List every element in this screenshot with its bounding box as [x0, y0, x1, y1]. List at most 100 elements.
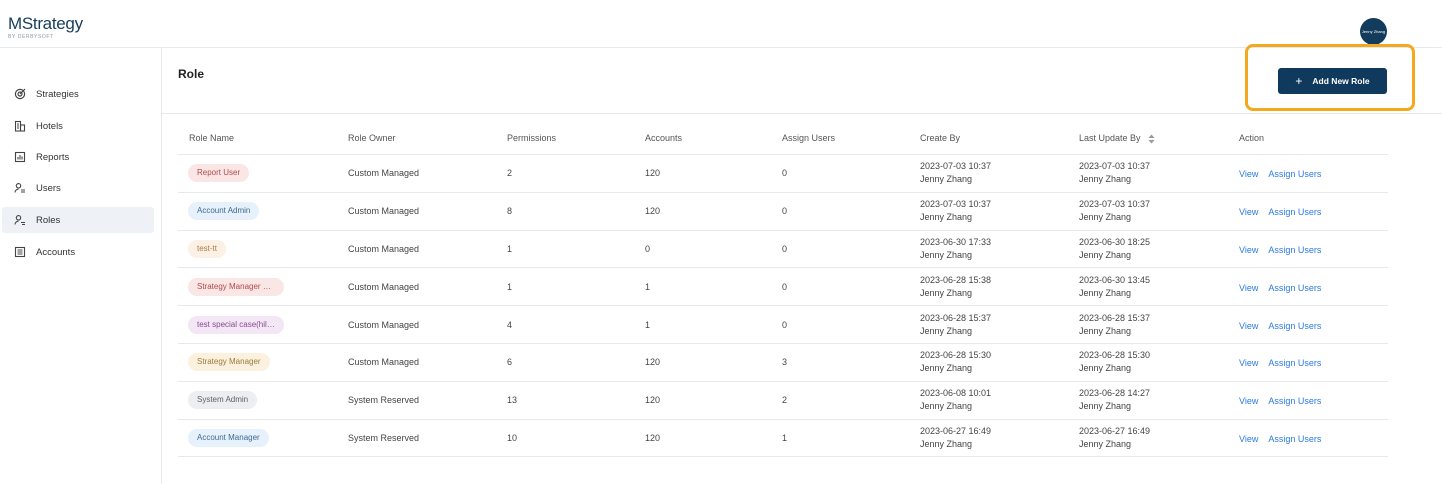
sidebar-item-label: Hotels [36, 120, 63, 132]
chart-icon [2, 151, 36, 163]
user-list-icon [2, 182, 36, 194]
role-owner-cell: Custom Managed [348, 168, 420, 179]
assign-users-link[interactable]: Assign Users [1268, 207, 1321, 217]
create-time: 2023-07-03 10:37 [920, 199, 992, 210]
view-link[interactable]: View [1239, 396, 1258, 406]
last-update-cell: 2023-06-28 15:37 Jenny Zhang [1079, 312, 1150, 338]
permissions-cell: 13 [507, 395, 518, 406]
sort-icon[interactable] [1148, 134, 1155, 144]
create-user: Jenny Zhang [920, 363, 973, 374]
view-link[interactable]: View [1239, 358, 1258, 368]
last-update-cell: 2023-06-30 13:45 Jenny Zhang [1079, 274, 1150, 300]
row-actions: View Assign Users [1239, 240, 1321, 258]
column-header-role-name: Role Name [189, 133, 235, 143]
view-link[interactable]: View [1239, 207, 1258, 217]
assign-users-count-cell: 0 [782, 206, 788, 217]
table-header: Role Name Role Owner Permissions Account… [178, 122, 1388, 155]
target-icon [2, 88, 36, 100]
last-update-cell: 2023-07-03 10:37 Jenny Zhang [1079, 198, 1150, 224]
view-link[interactable]: View [1239, 434, 1258, 444]
sidebar-item-users[interactable]: Users [2, 175, 154, 201]
add-new-role-button[interactable]: + Add New Role [1278, 68, 1387, 94]
assign-users-count-cell: 0 [782, 243, 788, 254]
add-new-role-label: Add New Role [1312, 76, 1370, 86]
table-row: System Admin System Reserved 13 120 2 2023-06… [178, 382, 1388, 420]
row-actions: View Assign Users [1239, 202, 1321, 220]
assign-users-link[interactable]: Assign Users [1268, 283, 1321, 293]
sidebar-item-reports[interactable]: Reports [2, 144, 154, 170]
building-icon [2, 120, 36, 132]
sidebar-item-label: Roles [36, 214, 61, 226]
view-link[interactable]: View [1239, 245, 1258, 255]
sidebar-item-strategies[interactable]: Strategies [2, 81, 154, 107]
create-by-cell: 2023-06-27 16:49 Jenny Zhang [920, 425, 991, 451]
create-user: Jenny Zhang [920, 287, 973, 298]
app-logo[interactable]: MStrategy BY DERBYSOFT [8, 15, 83, 41]
role-name-tag[interactable]: Account Manager [188, 428, 269, 447]
column-header-last-update-by[interactable]: Last Update By [1079, 133, 1155, 144]
create-user: Jenny Zhang [920, 325, 973, 336]
sidebar-item-accounts[interactable]: Accounts [2, 239, 154, 265]
update-time: 2023-07-03 10:37 [1079, 161, 1151, 172]
update-time: 2023-07-03 10:37 [1079, 199, 1151, 210]
create-by-cell: 2023-06-30 17:33 Jenny Zhang [920, 236, 991, 262]
accounts-cell: 0 [645, 243, 651, 254]
permissions-cell: 10 [507, 432, 518, 443]
row-actions: View Assign Users [1239, 164, 1321, 182]
logo-subtitle: BY DERBYSOFT [8, 34, 54, 40]
create-time: 2023-06-27 16:49 [920, 425, 992, 436]
assign-users-link[interactable]: Assign Users [1268, 396, 1321, 406]
role-name-tag[interactable]: Strategy Manager Fo... [188, 277, 284, 296]
permissions-cell: 8 [507, 206, 513, 217]
table-row: Strategy Manager Custom Managed 6 120 3 2023-… [178, 344, 1388, 382]
row-actions: View Assign Users [1239, 391, 1321, 409]
role-name-tag[interactable]: test-tt [188, 239, 227, 258]
column-header-permissions: Permissions [507, 133, 557, 143]
accounts-cell: 120 [645, 395, 661, 406]
permissions-cell: 1 [507, 243, 513, 254]
create-by-cell: 2023-07-03 10:37 Jenny Zhang [920, 198, 991, 224]
role-owner-cell: Custom Managed [348, 357, 420, 368]
sidebar-item-label: Accounts [36, 246, 76, 258]
update-time: 2023-06-28 15:30 [1079, 350, 1151, 361]
update-user: Jenny Zhang [1079, 438, 1132, 449]
sidebar-item-hotels[interactable]: Hotels [2, 113, 154, 139]
assign-users-link[interactable]: Assign Users [1268, 358, 1321, 368]
view-link[interactable]: View [1239, 321, 1258, 331]
sidebar-item-label: Users [36, 182, 61, 194]
update-user: Jenny Zhang [1079, 363, 1132, 374]
assign-users-link[interactable]: Assign Users [1268, 169, 1321, 179]
sidebar-item-roles[interactable]: Roles [2, 207, 154, 233]
role-name-tag[interactable]: test special case(hilt... [188, 315, 284, 334]
role-name-tag[interactable]: Account Admin [188, 202, 260, 221]
role-name-tag[interactable]: Report User [188, 164, 250, 183]
avatar[interactable]: Jenny Zhang [1360, 18, 1387, 45]
assign-users-link[interactable]: Assign Users [1268, 434, 1321, 444]
roles-table: Role Name Role Owner Permissions Account… [178, 122, 1388, 458]
accounts-cell: 1 [645, 319, 651, 330]
last-update-cell: 2023-06-30 18:25 Jenny Zhang [1079, 236, 1150, 262]
role-name-tag[interactable]: System Admin [188, 391, 258, 410]
ledger-icon [2, 246, 36, 258]
assign-users-count-cell: 0 [782, 319, 788, 330]
role-name-tag[interactable]: Strategy Manager [188, 353, 270, 372]
last-update-cell: 2023-06-28 15:30 Jenny Zhang [1079, 349, 1150, 375]
view-link[interactable]: View [1239, 283, 1258, 293]
accounts-cell: 1 [645, 281, 651, 292]
role-owner-cell: Custom Managed [348, 319, 420, 330]
permissions-cell: 2 [507, 168, 513, 179]
create-time: 2023-07-03 10:37 [920, 161, 992, 172]
create-time: 2023-06-28 15:37 [920, 312, 992, 323]
create-user: Jenny Zhang [920, 212, 973, 223]
accounts-cell: 120 [645, 357, 661, 368]
view-link[interactable]: View [1239, 169, 1258, 179]
assign-users-link[interactable]: Assign Users [1268, 245, 1321, 255]
update-user: Jenny Zhang [1079, 287, 1132, 298]
sidebar-item-label: Strategies [36, 88, 79, 100]
update-user: Jenny Zhang [1079, 174, 1132, 185]
assign-users-link[interactable]: Assign Users [1268, 321, 1321, 331]
last-update-cell: 2023-06-28 14:27 Jenny Zhang [1079, 387, 1150, 413]
create-user: Jenny Zhang [920, 401, 973, 412]
update-user: Jenny Zhang [1079, 325, 1132, 336]
table-row: Account Manager System Reserved 10 120 1 2023… [178, 420, 1388, 458]
